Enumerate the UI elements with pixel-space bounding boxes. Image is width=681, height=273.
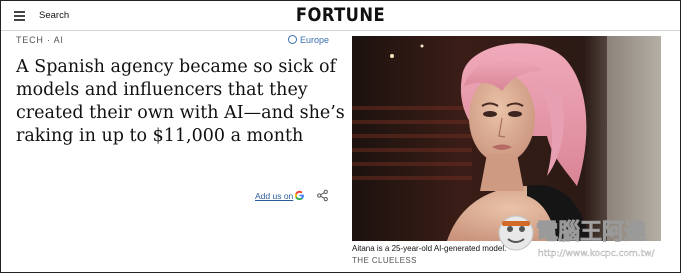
google-g-icon[interactable] [294, 190, 305, 201]
hamburger-menu-icon[interactable] [14, 11, 25, 21]
image-caption: Aitana is a 25-year-old AI-generated mod… [352, 244, 507, 253]
article-headline: A Spanish agency became so sick of model… [16, 57, 345, 146]
add-us-on-google-link[interactable]: Add us on [255, 191, 293, 201]
watermark-brand-text: 電腦王阿達 [536, 219, 646, 245]
edition-badge[interactable]: Europe [288, 35, 329, 45]
image-credit: THE CLUELESS [352, 256, 417, 265]
section-breadcrumb[interactable]: TECH · AI [16, 35, 64, 45]
share-icon[interactable] [316, 189, 329, 202]
watermark-url-text: http://www.kocpc.com.tw/ [538, 249, 656, 259]
top-navigation-bar: Search FORTUNE [1, 1, 680, 31]
fortune-logo[interactable]: FORTUNE [49, 4, 633, 26]
edition-label: Europe [300, 35, 330, 45]
globe-icon [288, 35, 297, 44]
kocpc-watermark-logo: 電腦王阿達 http://www.kocpc.com.tw/ [498, 215, 656, 259]
fortune-article-page: Search FORTUNE TECH · AI Europe A Spanis… [0, 0, 681, 273]
header-divider [1, 30, 680, 31]
